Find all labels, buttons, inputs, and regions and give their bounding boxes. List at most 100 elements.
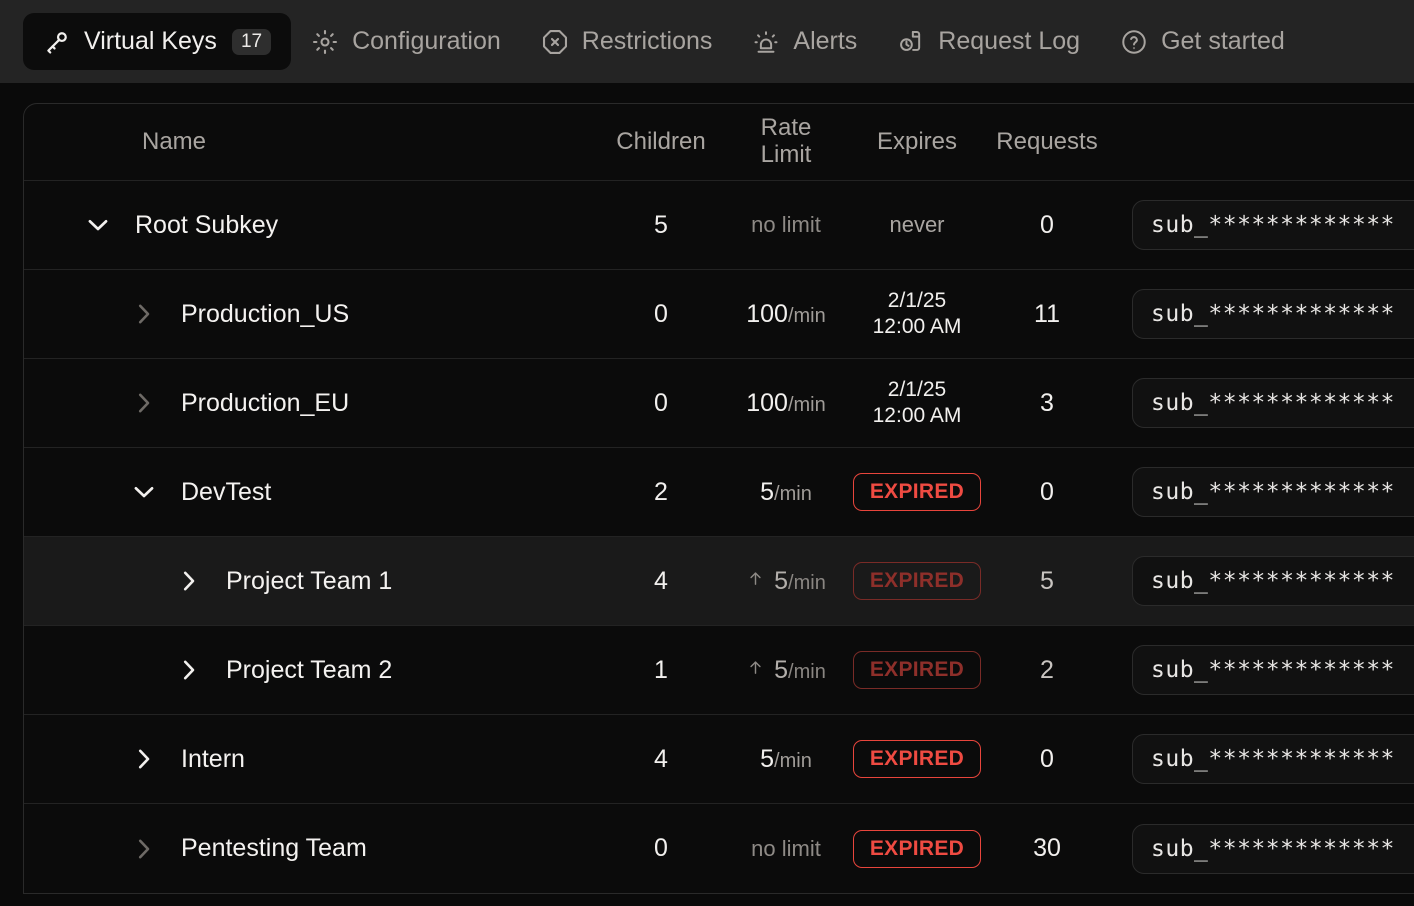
cell-key: sub_************* [1112,804,1414,893]
cell-requests: 30 [982,804,1112,893]
chevron-right-icon[interactable] [172,564,206,598]
rate-limit-number: 100 [746,299,788,328]
table-row[interactable]: Intern 4 5/min EXPIRED 0 sub_************* [24,715,1414,804]
key-name-label: Production_US [181,299,350,328]
key-name-label: Intern [181,744,245,773]
tab-label: Get started [1161,27,1285,55]
column-header-name[interactable]: Name [24,104,602,180]
chevron-right-icon[interactable] [127,297,161,331]
cell-expires: EXPIRED [852,448,982,536]
requests-count: 3 [1040,388,1054,417]
column-header-children[interactable]: Children [602,104,720,180]
key-icon [43,28,71,56]
table-row[interactable]: Project Team 1 4 5/min EXPIRED 5 sub_********… [24,537,1414,626]
table-row[interactable]: Project Team 2 1 5/min EXPIRED 2 sub_********… [24,626,1414,715]
cell-expires: never [852,181,982,269]
table-row[interactable]: Production_EU 0 100/min 2/1/25 12:00 AM 3 sub_… [24,359,1414,448]
masked-key-pill[interactable]: sub_************* [1132,378,1414,428]
column-header-rate-limit-line1: Rate [760,114,812,142]
key-name-label: DevTest [181,477,272,506]
column-header-rate-limit-line2: Limit [760,141,812,168]
tab-alerts[interactable]: Alerts [732,13,877,70]
cell-key: sub_************* [1112,359,1414,447]
cell-rate-limit: 100/min [720,270,852,358]
chevron-down-icon[interactable] [81,208,115,242]
chevron-down-icon[interactable] [127,475,161,509]
cell-children-count: 2 [654,477,668,506]
masked-key-pill[interactable]: sub_************* [1132,823,1414,874]
cell-rate-limit: 5/min [720,715,852,803]
cell-children-count: 5 [654,210,668,239]
requests-count: 5 [1040,566,1054,595]
expires-date-line2: 12:00 AM [872,404,962,427]
rate-limit-number: 5 [774,566,789,595]
table-row[interactable]: DevTest 2 5/min EXPIRED 0 sub_************* [24,448,1414,537]
question-circle-icon [1120,28,1148,56]
rate-limit-unit: /min [787,393,826,416]
chevron-right-icon[interactable] [172,653,206,687]
requests-count: 0 [1040,744,1054,773]
cell-key: sub_************* [1112,270,1414,358]
cell-key: sub_************* [1112,448,1414,536]
cell-requests: 2 [982,626,1112,714]
masked-key-pill[interactable]: sub_************* [1132,289,1414,339]
expires-date: 2/1/25 12:00 AM [873,377,962,428]
rate-limit-unit: /min [774,482,812,505]
cell-expires: EXPIRED [852,537,982,625]
column-header-rate-limit[interactable]: Rate Limit [720,104,852,180]
expires-date-line1: 2/1/25 [887,378,947,402]
expires-date: 2/1/25 12:00 AM [873,288,962,339]
cell-rate-limit: 5/min [720,448,852,536]
masked-key-pill[interactable]: sub_************* [1132,467,1414,517]
cell-children-count: 0 [654,388,668,417]
masked-key-pill[interactable]: sub_************* [1132,645,1414,695]
table-header-row: Name Children Rate Limit Expires Request… [24,104,1414,181]
cell-children-count: 0 [654,299,668,328]
tab-configuration[interactable]: Configuration [291,13,521,70]
rate-limit-number: 100 [746,388,788,417]
rate-limit-number: 5 [760,477,775,506]
column-header-requests[interactable]: Requests [982,104,1112,180]
tab-restrictions[interactable]: Restrictions [521,13,733,70]
rate-limit-unit: /min [774,749,812,772]
status-badge-expired: EXPIRED [852,473,982,511]
cell-children-count: 1 [654,655,668,684]
table-row[interactable]: Production_US 0 100/min 2/1/25 12:00 AM 11 sub… [24,270,1414,359]
tab-label: Request Log [938,27,1081,55]
rate-limit-number: 5 [774,655,789,684]
status-badge-expired: EXPIRED [852,829,982,868]
table-row[interactable]: Root Subkey 5 no limit never 0 sub_**********… [24,181,1414,270]
chevron-right-icon[interactable] [127,742,161,776]
arrow-up-icon [746,658,765,683]
chevron-right-icon[interactable] [127,832,161,866]
tab-get-started[interactable]: Get started [1100,13,1305,70]
cell-key: sub_************* [1112,537,1414,625]
key-name-label: Project Team 2 [226,655,393,684]
cell-key: sub_************* [1112,715,1414,803]
siren-icon [752,28,780,56]
document-clock-icon [897,28,925,56]
tab-label: Alerts [793,27,858,55]
tab-request-log[interactable]: Request Log [877,13,1100,70]
chevron-right-icon[interactable] [127,386,161,420]
masked-key-pill[interactable]: sub_************* [1132,556,1414,606]
column-header-expires[interactable]: Expires [852,104,982,180]
cell-requests: 3 [982,359,1112,447]
cell-children-count: 4 [654,566,668,595]
cell-name: Root Subkey [24,181,602,269]
table-row[interactable]: Pentesting Team 0 no limit EXPIRED 30 sub_***… [24,804,1414,893]
masked-key-pill[interactable]: sub_************* [1132,200,1414,250]
rate-limit-unit: /min [788,571,826,594]
column-header-key [1112,104,1414,180]
cell-expires: EXPIRED [852,804,982,893]
tab-label: Configuration [352,27,501,55]
tab-virtual-keys[interactable]: Virtual Keys 17 [23,13,292,70]
masked-key-pill[interactable]: sub_************* [1132,734,1414,784]
cell-rate-limit: no limit [720,804,852,893]
expires-date-line1: 2/1/25 [887,289,947,313]
tab-label: Virtual Keys [84,27,217,55]
key-name-label: Root Subkey [135,210,279,239]
cell-name: Production_EU [24,359,602,447]
cell-key: sub_************* [1112,181,1414,269]
octagon-x-icon [541,28,569,56]
